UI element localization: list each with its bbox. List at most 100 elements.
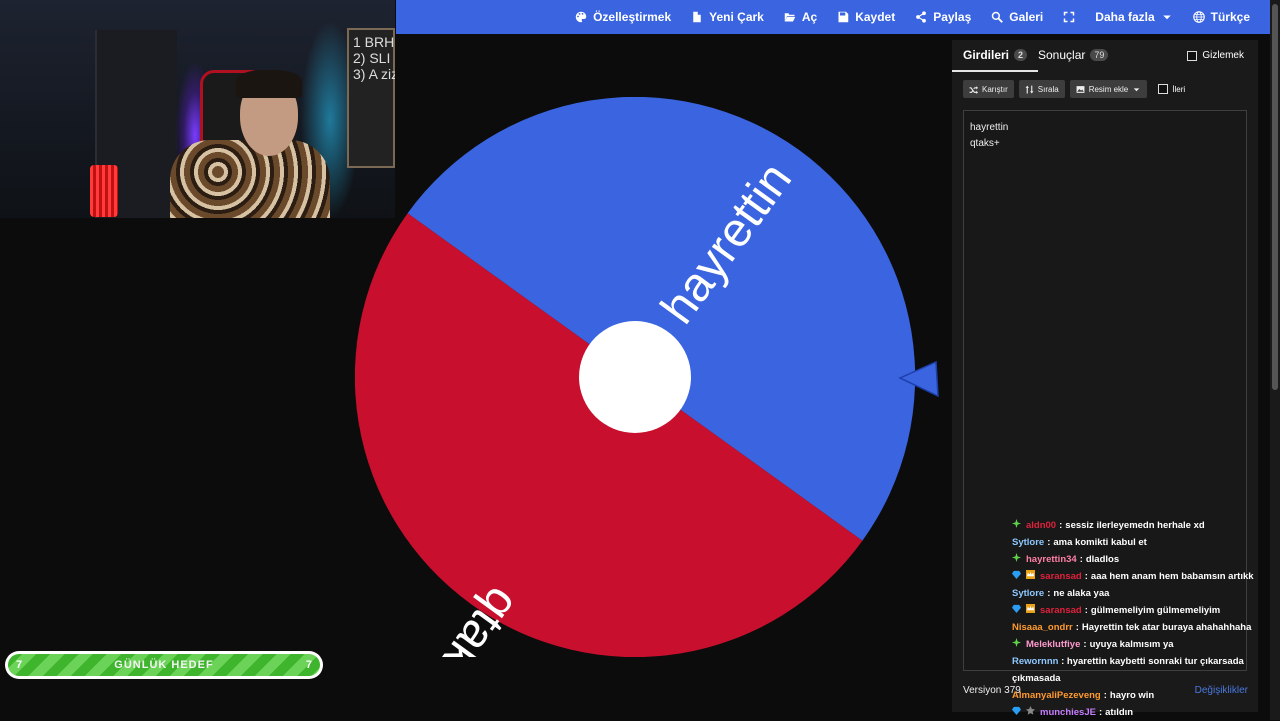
- sort-label: Sırala: [1037, 84, 1059, 94]
- spin-wheel[interactable]: hayrettin qtaks+: [355, 97, 915, 657]
- tab-entries[interactable]: Girdileri 2: [951, 48, 1039, 72]
- chat-message: Meleklutfiye: uyuya kalmısım ya: [1012, 636, 1272, 653]
- chat-message: AlmanyaliPezeveng: hayro win: [1012, 687, 1272, 704]
- nav-open[interactable]: Aç: [774, 0, 827, 34]
- chat-text: hayro win: [1109, 690, 1155, 701]
- nav-open-label: Aç: [801, 10, 818, 24]
- gem-badge-icon: [1012, 704, 1021, 715]
- chat-message: saransad: aaa hem anam hem babamsın artı…: [1012, 568, 1272, 585]
- folder-open-icon: [784, 13, 796, 22]
- chat-username[interactable]: Sytlore: [1012, 534, 1044, 551]
- chalkboard-text: 1 BRH 2) SLI 3) A zizB: [353, 34, 395, 82]
- wheel-pointer: [898, 360, 939, 398]
- tab-entries-count: 2: [1014, 49, 1028, 61]
- fullscreen-icon: [1064, 11, 1075, 23]
- pointer-arrow-icon: [898, 360, 939, 398]
- shuffle-button[interactable]: Karıştır: [963, 80, 1014, 98]
- nav-customize-label: Özelleştirmek: [593, 10, 672, 24]
- daily-goal-widget: 7 GÜNLÜK HEDEF 7: [5, 651, 323, 679]
- hide-toggle[interactable]: Gizlemek: [1187, 50, 1244, 61]
- goal-current-value: 7: [16, 659, 23, 671]
- nav-gallery-label: Galeri: [1009, 10, 1044, 24]
- sparkle-badge-icon: [1012, 517, 1021, 528]
- chat-message: munchiesJE: atıldın: [1012, 704, 1272, 721]
- tab-results[interactable]: Sonuçlar 79: [1038, 48, 1109, 62]
- chat-message: saransad: gülmemeliyim gülmemeliyim: [1012, 602, 1272, 619]
- chat-text: dladlos: [1085, 554, 1120, 565]
- nav-share-label: Paylaş: [933, 10, 972, 24]
- star-badge-icon: [1026, 704, 1035, 715]
- chat-username[interactable]: Nisaaa_ondrr: [1012, 619, 1073, 636]
- crown-badge-icon: [1026, 568, 1035, 579]
- chat-message: Sytlore: ne alaka yaa: [1012, 585, 1272, 602]
- nav-gallery[interactable]: Galeri: [981, 0, 1053, 34]
- goal-title: GÜNLÜK HEDEF: [114, 659, 214, 671]
- nav-language[interactable]: Türkçe: [1183, 0, 1260, 34]
- sort-icon: [1025, 85, 1034, 93]
- advanced-label: İleri: [1172, 84, 1186, 94]
- panel-tabs: Girdileri 2 Sonuçlar 79 Gizlemek: [951, 40, 1258, 72]
- save-icon: [838, 11, 849, 23]
- chat-username[interactable]: saransad: [1040, 568, 1082, 585]
- chat-username[interactable]: hayrettin34: [1026, 551, 1077, 568]
- chat-username[interactable]: AlmanyaliPezeveng: [1012, 687, 1101, 704]
- hide-label: Gizlemek: [1202, 50, 1244, 61]
- chat-username[interactable]: saransad: [1040, 602, 1082, 619]
- entries-toolbar: Karıştır Sırala Resim ekle İleri: [963, 80, 1185, 98]
- daily-goal-progress-bar: 7 GÜNLÜK HEDEF 7: [8, 654, 320, 676]
- webcam-person-hair: [236, 70, 302, 98]
- sparkle-badge-icon: [1012, 551, 1021, 562]
- nav-new-wheel-label: Yeni Çark: [709, 10, 764, 24]
- hide-checkbox[interactable]: [1187, 50, 1198, 61]
- chat-text: atıldın: [1105, 707, 1134, 718]
- tab-results-label: Sonuçlar: [1038, 48, 1086, 62]
- chat-message: Nisaaa_ondrr: Hayrettin tek atar buraya …: [1012, 619, 1272, 636]
- nav-save-label: Kaydet: [855, 10, 896, 24]
- chat-username[interactable]: Meleklutfiye: [1026, 636, 1080, 653]
- chat-text: aaa hem anam hem babamsın artıkk: [1090, 571, 1254, 582]
- chat-username[interactable]: Sytlore: [1012, 585, 1044, 602]
- chat-text: uyuya kalmısım ya: [1089, 639, 1174, 650]
- add-image-label: Resim ekle: [1088, 84, 1129, 94]
- chat-text: ama komikti kabul et: [1053, 537, 1147, 548]
- nav-share[interactable]: Paylaş: [905, 0, 981, 34]
- nav-customize[interactable]: Özelleştirmek: [565, 0, 681, 34]
- gem-badge-icon: [1012, 568, 1021, 579]
- shuffle-label: Karıştır: [982, 84, 1008, 94]
- chat-text: gülmemeliyim gülmemeliyim: [1090, 605, 1221, 616]
- top-navigation-bar: Özelleştirmek Yeni Çark Aç Kaydet Paylaş…: [396, 0, 1270, 34]
- chat-username[interactable]: munchiesJE: [1040, 704, 1096, 721]
- chat-text: ne alaka yaa: [1053, 588, 1110, 599]
- chevron-down-icon: [1162, 15, 1171, 20]
- chat-message: hayrettin34: dladlos: [1012, 551, 1272, 568]
- sort-button[interactable]: Sırala: [1018, 80, 1065, 98]
- tab-entries-label: Girdileri: [963, 48, 1010, 62]
- entry-line: qtaks+: [970, 138, 1000, 149]
- shuffle-icon: [969, 85, 978, 94]
- chat-username[interactable]: aldn00: [1026, 517, 1056, 534]
- advanced-toggle[interactable]: İleri: [1158, 84, 1185, 94]
- sparkle-badge-icon: [1012, 636, 1021, 647]
- wheel-center-button[interactable]: [579, 321, 691, 433]
- share-icon: [916, 11, 927, 23]
- crown-badge-icon: [1026, 602, 1035, 613]
- image-icon: [1076, 85, 1085, 93]
- tab-results-count: 79: [1090, 49, 1109, 61]
- scrollbar-thumb[interactable]: [1272, 4, 1278, 390]
- gem-badge-icon: [1012, 602, 1021, 613]
- nav-fullscreen[interactable]: [1053, 0, 1085, 34]
- advanced-checkbox[interactable]: [1158, 84, 1169, 94]
- chat-text: sessiz ilerleyemedn herhale xd: [1065, 520, 1205, 531]
- page-scrollbar[interactable]: [1270, 0, 1280, 720]
- add-image-button[interactable]: Resim ekle: [1069, 80, 1148, 98]
- nav-more[interactable]: Daha fazla: [1085, 0, 1182, 34]
- nav-save[interactable]: Kaydet: [827, 0, 905, 34]
- chat-message: Rewornnn : hyarettin kaybetti sonraki tu…: [1012, 656, 1244, 684]
- nav-more-label: Daha fazla: [1095, 10, 1155, 24]
- chat-message: aldn00: sessiz ilerleyemedn herhale xd: [1012, 517, 1272, 534]
- globe-icon: [1192, 11, 1205, 23]
- chat-username[interactable]: Rewornnn: [1012, 656, 1058, 667]
- nav-new-wheel[interactable]: Yeni Çark: [681, 0, 774, 34]
- nav-language-label: Türkçe: [1210, 10, 1250, 24]
- chat-message: Sytlore: ama komikti kabul et: [1012, 534, 1272, 551]
